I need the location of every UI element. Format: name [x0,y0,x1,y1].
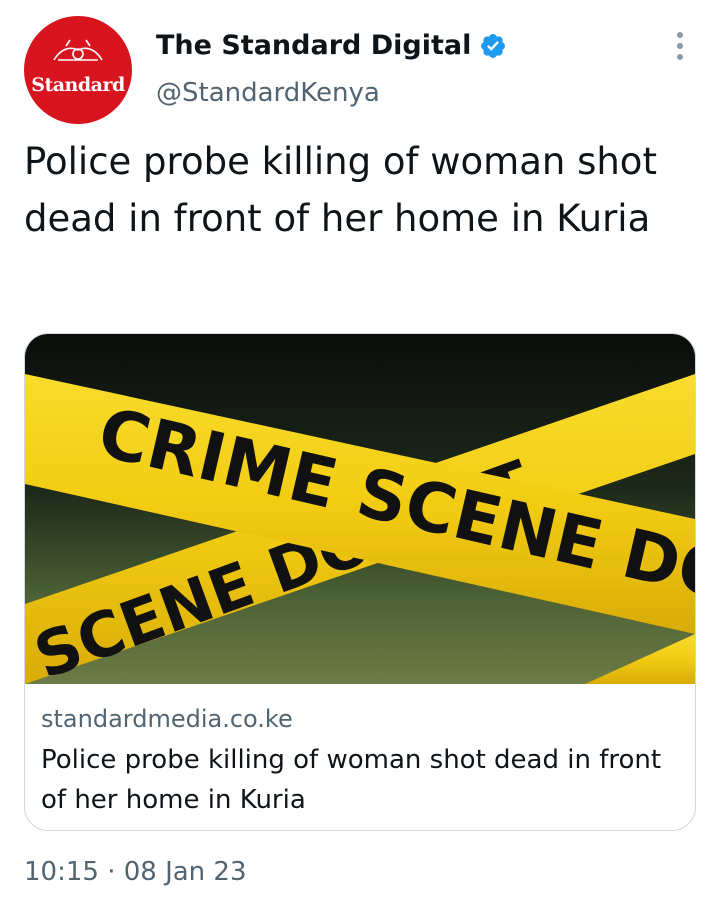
card-title: Police probe killing of woman shot dead … [41,745,662,815]
display-name-text: The Standard Digital [156,30,472,61]
tweet-timestamp[interactable]: 10:15 · 08 Jan 23 [24,854,247,890]
card-domain: standardmedia.co.ke [41,705,293,733]
link-card[interactable]: SCENE DO NOT CRIME SCENE DO NOT CRO stan… [24,333,696,831]
avatar-brand-text: Standard [31,74,125,96]
tweet-text: Police probe killing of woman shot dead … [24,140,657,240]
standard-crest-logo [53,39,103,61]
verified-badge-icon [479,32,507,60]
more-options-icon[interactable] [670,32,690,64]
account-display-name[interactable]: The Standard Digital [156,28,507,64]
avatar[interactable]: Standard [24,16,132,124]
account-handle[interactable]: @StandardKenya [156,76,380,110]
card-image[interactable]: SCENE DO NOT CRIME SCENE DO NOT CRO [25,334,695,684]
